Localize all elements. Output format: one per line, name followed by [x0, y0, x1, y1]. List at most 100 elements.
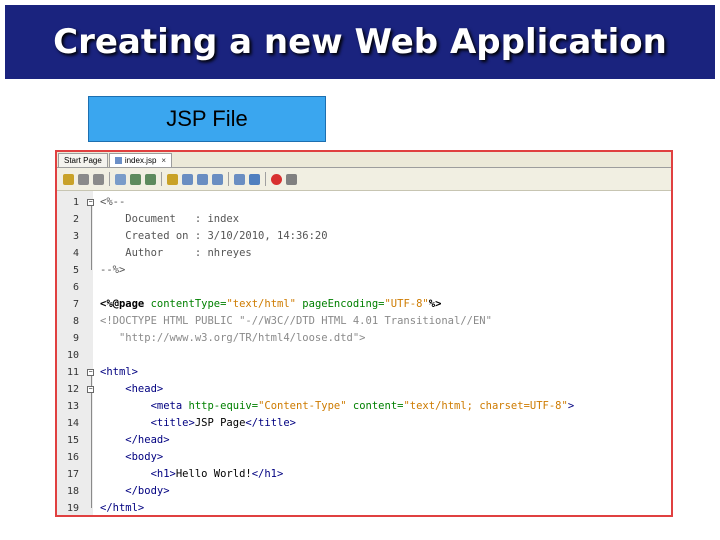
next-bookmark-icon[interactable] — [212, 173, 223, 185]
code-token: "Content-Type" — [258, 400, 353, 412]
tab-index-jsp[interactable]: index.jsp × — [108, 153, 173, 167]
line-number: 16 — [66, 452, 79, 463]
code-line: 19 </html> — [57, 500, 671, 515]
line-number: 10 — [66, 350, 79, 361]
code-line: 18 </body> — [57, 483, 671, 500]
code-text: "http://www.w3.org/TR/html4/loose.dtd"> — [100, 330, 366, 347]
fold-toggle-icon[interactable]: − — [87, 199, 94, 206]
code-line: 2 Document : index — [57, 211, 671, 228]
forward-icon[interactable] — [93, 173, 104, 185]
code-text: <head> — [100, 381, 163, 398]
line-number: 2 — [72, 214, 79, 225]
jsp-file-label: JSP File — [166, 106, 248, 131]
prev-bookmark-icon[interactable] — [197, 173, 208, 185]
toggle-highlight-icon[interactable] — [167, 173, 178, 185]
code-text: <!DOCTYPE HTML PUBLIC "-//W3C//DTD HTML … — [100, 313, 492, 330]
code-token: <%-- — [100, 196, 126, 208]
code-token: Created on : 3/10/2010, 14:36:20 — [100, 230, 328, 242]
code-token: content= — [352, 400, 404, 412]
code-token: </html> — [100, 502, 145, 514]
line-number: 3 — [72, 231, 79, 242]
slide-title: Creating a new Web Application — [53, 22, 667, 62]
jsp-file-icon — [114, 157, 122, 164]
close-icon[interactable]: × — [161, 154, 166, 167]
title-banner: Creating a new Web Application — [5, 5, 715, 79]
code-line: 4 Author : nhreyes — [57, 245, 671, 262]
code-area[interactable]: 1 <%-- 2 Document : index 3 Created on : 3/… — [57, 191, 671, 515]
code-line: 17 <h1>Hello World!</h1> — [57, 466, 671, 483]
code-token: <meta — [100, 400, 189, 412]
code-text: </head> — [100, 432, 170, 449]
code-line: 11 <html> — [57, 364, 671, 381]
code-line: 14 <title>JSP Page</title> — [57, 415, 671, 432]
code-line: 10 — [57, 347, 671, 364]
line-number: 4 — [72, 248, 79, 259]
shift-left-icon[interactable] — [234, 173, 245, 185]
line-number: 7 — [72, 299, 79, 310]
code-token: </h1> — [251, 468, 284, 480]
code-text: Author : nhreyes — [100, 245, 251, 262]
code-token: %> — [428, 298, 442, 310]
line-number: 13 — [66, 401, 79, 412]
code-token: "text/html; charset=UTF-8" — [403, 400, 568, 412]
code-text: </html> — [100, 500, 145, 515]
code-line: 3 Created on : 3/10/2010, 14:36:20 — [57, 228, 671, 245]
code-text: </body> — [100, 483, 169, 500]
back-icon[interactable] — [63, 173, 74, 185]
code-line: 16 <body> — [57, 449, 671, 466]
fold-toggle-icon[interactable]: − — [87, 386, 94, 393]
line-number: 9 — [72, 333, 79, 344]
code-line: 15 </head> — [57, 432, 671, 449]
code-line: 1 <%-- — [57, 194, 671, 211]
shift-right-icon[interactable] — [249, 173, 260, 185]
line-number: 15 — [66, 435, 79, 446]
tab-label: Start Page — [64, 156, 102, 165]
code-line: 8 <!DOCTYPE HTML PUBLIC "-//W3C//DTD HTML… — [57, 313, 671, 330]
fold-toggle-icon[interactable]: − — [87, 369, 94, 376]
toolbar-separator — [109, 172, 110, 186]
fold-guide — [91, 206, 92, 270]
tab-start-page[interactable]: Start Page — [58, 153, 108, 167]
code-text: Document : index — [100, 211, 239, 228]
code-token: </head> — [100, 434, 170, 446]
macro-stop-icon[interactable] — [286, 173, 297, 185]
editor-toolbar — [57, 168, 671, 191]
code-token: Hello World! — [175, 468, 252, 480]
code-text: <%@page contentType="text/html" pageEnco… — [100, 296, 441, 313]
jsp-file-label-box: JSP File — [88, 96, 326, 142]
code-token: "UTF-8" — [384, 298, 429, 310]
macro-record-icon[interactable] — [271, 173, 282, 185]
fold-guide — [91, 376, 92, 508]
code-token: > — [567, 400, 575, 412]
editor-tab-bar: Start Page index.jsp × — [57, 152, 671, 168]
find-next-icon[interactable] — [145, 173, 156, 185]
code-token: Document : index — [100, 213, 240, 225]
code-line: 5 --%> — [57, 262, 671, 279]
toggle-bookmark-icon[interactable] — [182, 173, 193, 185]
find-icon[interactable] — [115, 173, 126, 185]
code-text: <html> — [100, 364, 138, 381]
find-prev-icon[interactable] — [130, 173, 141, 185]
line-number: 11 — [66, 367, 79, 378]
code-text: <meta http-equiv="Content-Type" content=… — [100, 398, 575, 415]
code-token: contentType= — [150, 298, 227, 310]
code-token: </title> — [245, 417, 296, 429]
line-number: 5 — [72, 265, 79, 276]
line-number: 14 — [66, 418, 79, 429]
code-text: <body> — [100, 449, 163, 466]
code-line: 12 <head> — [57, 381, 671, 398]
code-token: JSP Page — [194, 417, 246, 429]
line-number: 12 — [66, 384, 79, 395]
code-text: <h1>Hello World!</h1> — [100, 466, 284, 483]
line-number: 19 — [66, 503, 79, 514]
code-token: http-equiv= — [188, 400, 259, 412]
tab-label: index.jsp — [124, 156, 157, 165]
history-icon[interactable] — [78, 173, 89, 185]
code-token: --%> — [100, 264, 126, 276]
code-token: <head> — [100, 383, 164, 395]
code-token: pageEncoding= — [302, 298, 385, 310]
line-number: 1 — [72, 197, 79, 208]
line-number: 6 — [72, 282, 79, 293]
code-line: 13 <meta http-equiv="Content-Type" conte… — [57, 398, 671, 415]
code-token: <h1> — [100, 468, 176, 480]
